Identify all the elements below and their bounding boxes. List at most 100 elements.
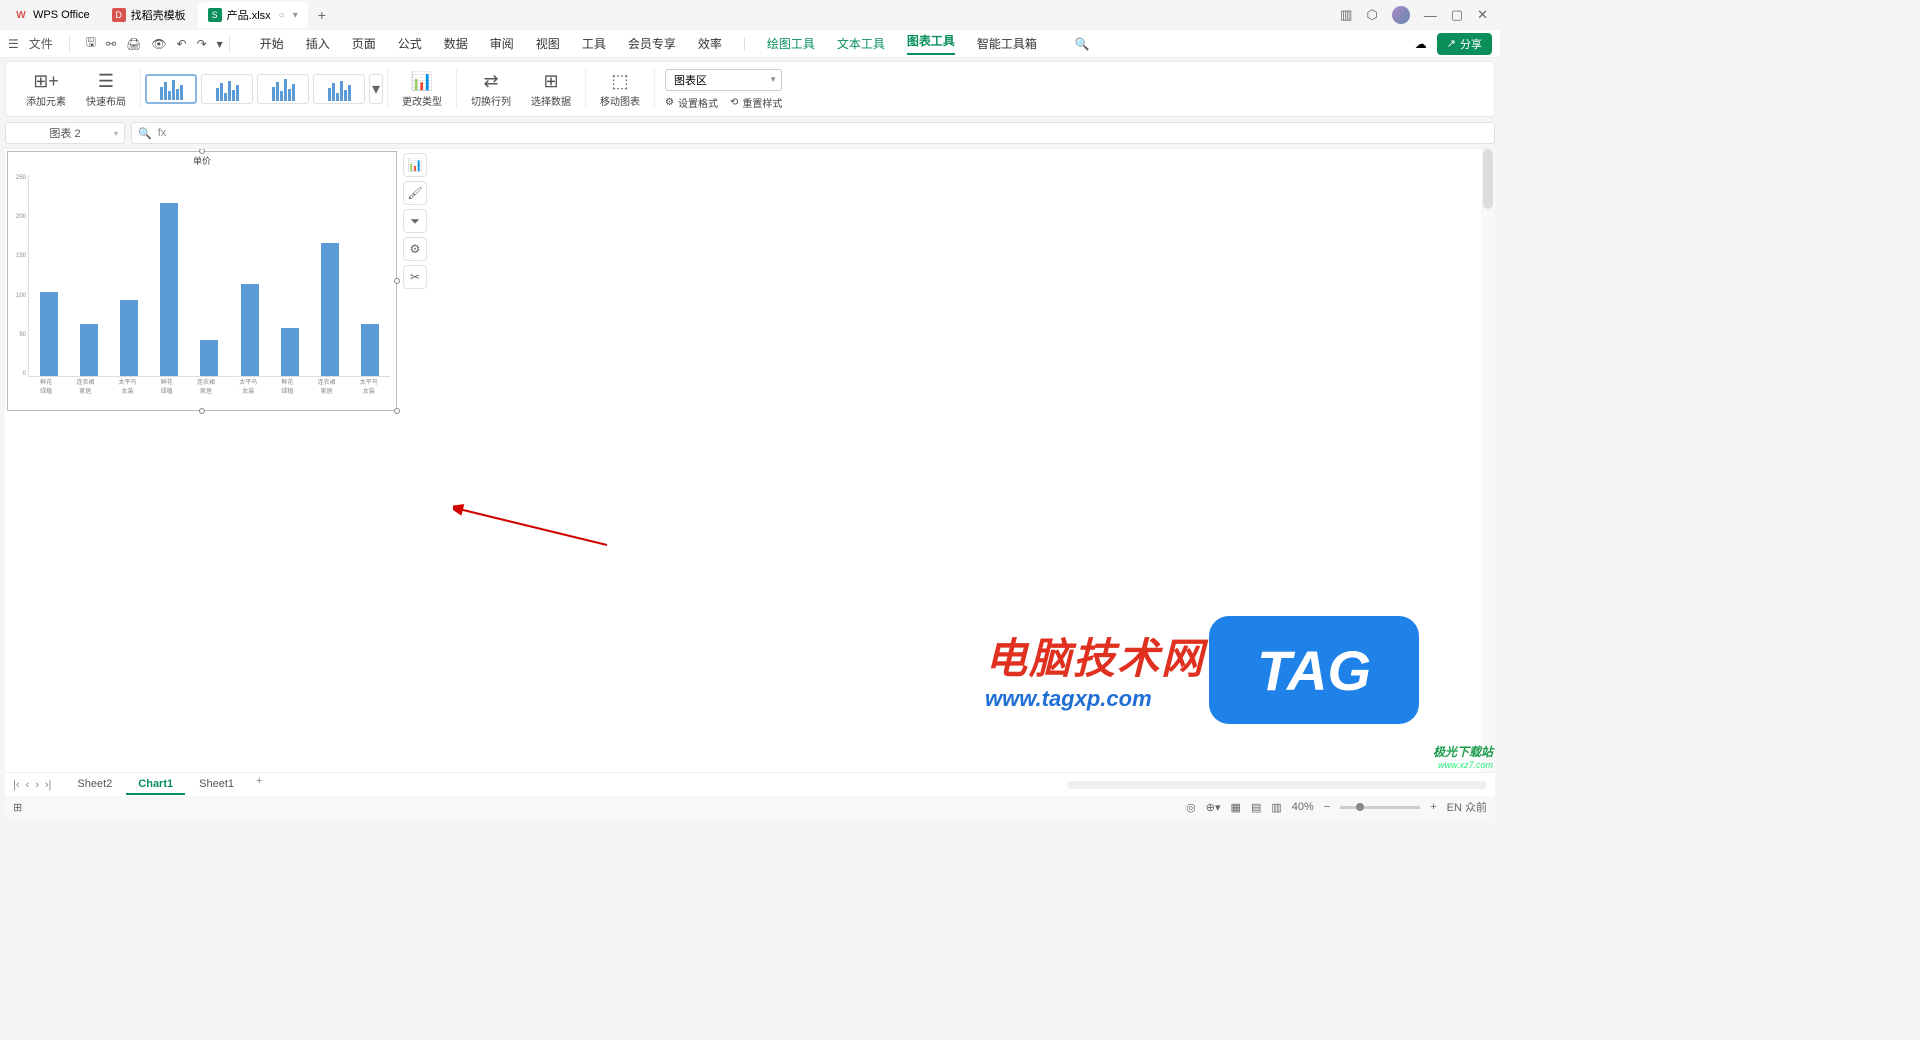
view-page-icon[interactable]: ▤: [1251, 801, 1261, 814]
brush-icon[interactable]: 🖌: [403, 181, 427, 205]
search-icon[interactable]: 🔍: [1075, 37, 1090, 51]
sheet-last-icon[interactable]: ›|: [45, 779, 52, 791]
tab-page[interactable]: 页面: [352, 35, 376, 52]
zoom-knob[interactable]: [1356, 803, 1364, 811]
tab-smart-tools[interactable]: 智能工具箱: [977, 35, 1037, 52]
sheet-tab-sheet1[interactable]: Sheet1: [187, 775, 246, 795]
app-tab-file[interactable]: S 产品.xlsx ○ ▾: [198, 2, 308, 28]
sheet-tab-chart1[interactable]: Chart1: [126, 775, 185, 795]
tab-draw-tools[interactable]: 绘图工具: [767, 35, 815, 52]
tab-view[interactable]: 视图: [536, 35, 560, 52]
app-tab-wps[interactable]: W WPS Office: [4, 2, 100, 28]
view-normal-icon[interactable]: ▦: [1231, 801, 1241, 814]
resize-handle[interactable]: [199, 408, 205, 414]
gear-icon[interactable]: ⚙: [403, 237, 427, 261]
chart-area-dropdown[interactable]: 图表区: [665, 69, 782, 91]
reset-style-label: 重置样式: [742, 95, 782, 110]
layout-icon[interactable]: ▥: [1340, 7, 1352, 23]
share-button[interactable]: ↗ 分享: [1437, 33, 1492, 55]
sheet-next-icon[interactable]: ›: [35, 779, 39, 791]
separator: [229, 36, 230, 52]
cube-icon[interactable]: ⬡: [1366, 7, 1377, 23]
formula-bar[interactable]: 🔍 fx: [131, 122, 1495, 144]
tab-dropdown-icon[interactable]: ▾: [293, 10, 298, 21]
zoom-label[interactable]: 40%: [1292, 801, 1314, 813]
ime-indicator[interactable]: EN 众前: [1447, 799, 1487, 815]
x-tick: 连衣裙家居: [197, 377, 215, 395]
tools-icon[interactable]: ✂: [403, 265, 427, 289]
vertical-scrollbar[interactable]: [1481, 149, 1495, 772]
quick-layout-button[interactable]: ☰ 快速布局: [86, 71, 126, 108]
chart-bar: [40, 292, 58, 376]
redo-icon[interactable]: ↷: [197, 37, 207, 51]
chart-style-more[interactable]: ▾: [369, 74, 383, 104]
add-tab-button[interactable]: +: [310, 7, 334, 23]
preview-icon[interactable]: 👁: [151, 37, 166, 51]
search-fx-icon[interactable]: 🔍: [138, 127, 152, 140]
watermark-cn: 电脑技术网: [985, 625, 1205, 686]
tab-text-tools[interactable]: 文本工具: [837, 35, 885, 52]
change-type-button[interactable]: 📊 更改类型: [402, 71, 442, 108]
view-break-icon[interactable]: ▥: [1271, 801, 1281, 814]
zoom-in-icon[interactable]: +: [1430, 801, 1436, 813]
tab-tools[interactable]: 工具: [582, 35, 606, 52]
cloud-icon[interactable]: ☁: [1415, 37, 1427, 51]
status-mode-icon[interactable]: ⊞: [13, 801, 22, 814]
chart-style-1[interactable]: [145, 74, 197, 104]
tab-review[interactable]: 审阅: [490, 35, 514, 52]
chart-object[interactable]: 单价 250 200 150 100 50 0 鲜花绿植连衣裙家居太平鸟女装鲜花…: [7, 151, 397, 411]
chart-title[interactable]: 单价: [8, 152, 396, 169]
file-menu[interactable]: 文件: [29, 35, 53, 52]
quick-layout-label: 快速布局: [86, 93, 126, 108]
chart-style-4[interactable]: [313, 74, 365, 104]
resize-handle[interactable]: [394, 408, 400, 414]
tab-data[interactable]: 数据: [444, 35, 468, 52]
move-chart-button[interactable]: ⬚ 移动图表: [600, 71, 640, 108]
maximize-button[interactable]: ▢: [1451, 7, 1463, 23]
set-format-button[interactable]: ⚙设置格式: [665, 95, 718, 110]
name-box[interactable]: 图表 2: [5, 122, 125, 144]
tab-formula[interactable]: 公式: [398, 35, 422, 52]
zoom-slider[interactable]: [1340, 806, 1420, 809]
tab-efficiency[interactable]: 效率: [698, 35, 722, 52]
link-icon[interactable]: ⚯: [106, 37, 116, 51]
zoom-out-icon[interactable]: −: [1324, 801, 1330, 813]
eye-icon[interactable]: ◎: [1186, 801, 1196, 814]
tab-member[interactable]: 会员专享: [628, 35, 676, 52]
save-icon[interactable]: 🖫: [86, 33, 96, 54]
reset-style-button[interactable]: ⟲重置样式: [730, 95, 782, 110]
chart-style-3[interactable]: [257, 74, 309, 104]
tab-chart-tools[interactable]: 图表工具: [907, 32, 955, 55]
filter-icon[interactable]: ⏷: [403, 209, 427, 233]
status-bar: ⊞ ◎ ⊕▾ ▦ ▤ ▥ 40% − + EN 众前: [5, 796, 1495, 818]
undo-icon[interactable]: ↶: [177, 37, 187, 51]
switch-rc-button[interactable]: ⇄ 切换行列: [471, 71, 511, 108]
chevron-down-icon[interactable]: ▾: [217, 37, 223, 51]
select-data-button[interactable]: ⊞ 选择数据: [531, 71, 571, 108]
sheet-tab-sheet2[interactable]: Sheet2: [65, 775, 124, 795]
chart-style-2[interactable]: [201, 74, 253, 104]
sheet-add-button[interactable]: +: [248, 775, 270, 795]
sheet-prev-icon[interactable]: ‹: [26, 779, 30, 791]
close-button[interactable]: ✕: [1477, 7, 1488, 23]
horizontal-scrollbar[interactable]: [1067, 781, 1487, 789]
hamburger-icon[interactable]: ☰: [8, 37, 19, 51]
tab-insert[interactable]: 插入: [306, 35, 330, 52]
app-tab-template[interactable]: D 找稻壳模板: [102, 2, 196, 28]
scrollbar-thumb[interactable]: [1483, 149, 1493, 209]
sheet-first-icon[interactable]: |‹: [13, 779, 20, 791]
minimize-button[interactable]: —: [1424, 8, 1437, 23]
watermark: 电脑技术网 www.tagxp.com: [985, 625, 1205, 712]
x-tick: 鲜花绿植: [281, 377, 293, 395]
sheets: Sheet2 Chart1 Sheet1 +: [65, 775, 270, 795]
add-element-button[interactable]: ⊞+ 添加元素: [26, 71, 66, 108]
change-type-label: 更改类型: [402, 93, 442, 108]
chart-element-icon[interactable]: 📊: [403, 153, 427, 177]
resize-handle[interactable]: [199, 148, 205, 154]
target-icon[interactable]: ⊕▾: [1206, 801, 1221, 814]
print-icon[interactable]: 🖨: [126, 37, 141, 51]
switch-rc-icon: ⇄: [483, 71, 498, 93]
tab-start[interactable]: 开始: [260, 35, 284, 52]
avatar[interactable]: [1392, 6, 1410, 24]
separator: [387, 69, 388, 109]
